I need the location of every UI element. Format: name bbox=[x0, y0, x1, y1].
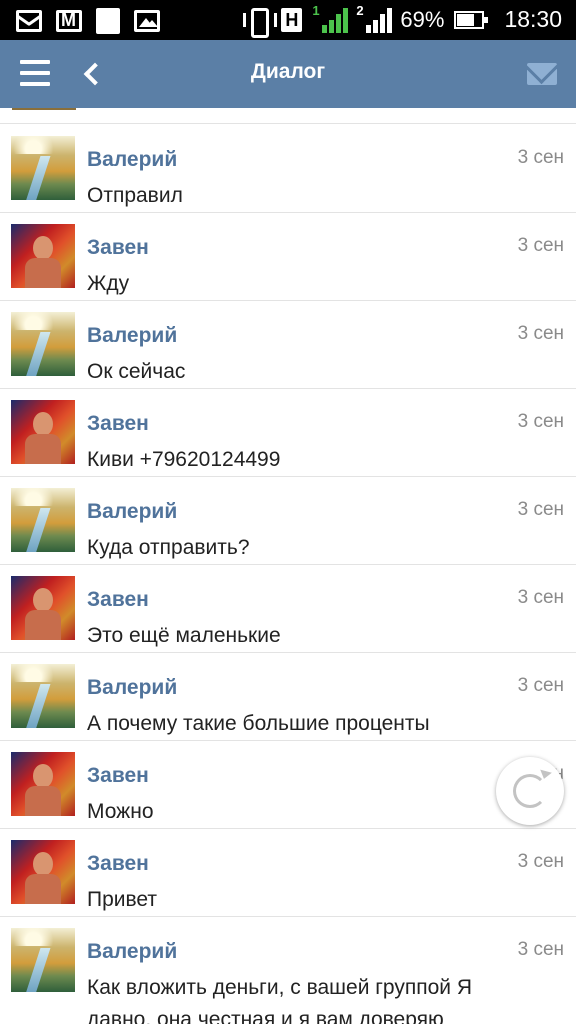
sender-name[interactable]: Завен bbox=[87, 852, 149, 876]
list-item[interactable]: Завен 3 сен Жду bbox=[0, 213, 576, 301]
list-item[interactable]: Завен 3 сен Можно bbox=[0, 741, 576, 829]
sender-name[interactable]: Валерий bbox=[87, 148, 177, 172]
avatar[interactable] bbox=[11, 224, 75, 288]
page-title: Диалог bbox=[250, 60, 326, 83]
message-text: Как вложить деньги, с вашей группой Я да… bbox=[87, 976, 473, 1024]
avatar[interactable] bbox=[11, 488, 75, 552]
message-text: Это ещё маленькие bbox=[87, 624, 281, 647]
sim2-label: 2 bbox=[356, 2, 364, 18]
mail-icon bbox=[16, 10, 42, 32]
message-time: 3 сен bbox=[517, 499, 564, 520]
battery-icon bbox=[454, 10, 489, 29]
avatar[interactable] bbox=[11, 576, 75, 640]
message-text: Привет bbox=[87, 888, 158, 911]
dialog-list[interactable]: Валерий 3 сен Отправил Завен 3 сен Жду В… bbox=[0, 108, 576, 1024]
sender-name[interactable]: Валерий bbox=[87, 940, 177, 964]
refresh-icon[interactable] bbox=[496, 757, 564, 825]
avatar[interactable] bbox=[11, 312, 75, 376]
battery-percent: 69% bbox=[400, 6, 445, 32]
vibrate-icon bbox=[243, 7, 278, 38]
message-time: 3 сен bbox=[517, 323, 564, 344]
message-rows: Валерий 3 сен Отправил Завен 3 сен Жду В… bbox=[0, 125, 576, 1024]
sender-name[interactable]: Завен bbox=[87, 236, 149, 260]
gmail-icon bbox=[56, 10, 82, 32]
avatar[interactable] bbox=[11, 752, 75, 816]
list-item-partial bbox=[0, 108, 576, 124]
avatar[interactable] bbox=[11, 928, 75, 992]
message-time: 3 сен bbox=[517, 235, 564, 256]
message-text: Киви +79620124499 bbox=[87, 448, 281, 471]
list-item[interactable]: Валерий 3 сен Как вложить деньги, с ваше… bbox=[0, 917, 576, 1024]
message-time: 3 сен bbox=[517, 147, 564, 168]
list-item[interactable]: Валерий 3 сен Куда отправить? bbox=[0, 477, 576, 565]
message-time: 3 сен bbox=[517, 939, 564, 960]
list-item[interactable]: Валерий 3 сен Отправил bbox=[0, 125, 576, 213]
system-icons: H 1 2 69% 18:30 bbox=[243, 3, 562, 38]
mail-icon[interactable] bbox=[527, 63, 557, 85]
list-item[interactable]: Валерий 3 сен Ок сейчас bbox=[0, 301, 576, 389]
message-text: Отправил bbox=[87, 184, 183, 207]
list-item[interactable]: Завен 3 сен Привет bbox=[0, 829, 576, 917]
sender-name[interactable]: Валерий bbox=[87, 676, 177, 700]
sender-name[interactable]: Завен bbox=[87, 412, 149, 436]
list-item[interactable]: Валерий 3 сен А почему такие большие про… bbox=[0, 653, 576, 741]
app-header: Диалог bbox=[0, 40, 576, 108]
avatar[interactable] bbox=[11, 840, 75, 904]
message-time: 3 сен bbox=[517, 587, 564, 608]
status-bar: H 1 2 69% 18:30 bbox=[0, 0, 576, 40]
network-type-badge: H bbox=[281, 7, 303, 32]
sender-name[interactable]: Завен bbox=[87, 588, 149, 612]
message-text: Жду bbox=[87, 272, 130, 295]
gallery-icon bbox=[134, 10, 160, 32]
message-text: Можно bbox=[87, 800, 154, 823]
signal-sim1-icon: 1 bbox=[312, 3, 349, 33]
message-text: А почему такие большие проценты bbox=[87, 712, 430, 735]
sender-name[interactable]: Валерий bbox=[87, 500, 177, 524]
sim1-label: 1 bbox=[312, 2, 320, 18]
message-time: 3 сен bbox=[517, 411, 564, 432]
sender-name[interactable]: Валерий bbox=[87, 324, 177, 348]
avatar[interactable] bbox=[11, 136, 75, 200]
message-text: Ок сейчас bbox=[87, 360, 186, 383]
avatar[interactable] bbox=[11, 400, 75, 464]
avatar[interactable] bbox=[11, 664, 75, 728]
signal-sim2-icon: 2 bbox=[356, 3, 393, 33]
message-time: 3 сен bbox=[517, 675, 564, 696]
sender-name[interactable]: Завен bbox=[87, 764, 149, 788]
message-time: 3 сен bbox=[517, 851, 564, 872]
notification-icons bbox=[16, 8, 160, 34]
message-text: Куда отправить? bbox=[87, 536, 250, 559]
clock: 18:30 bbox=[504, 6, 562, 32]
document-icon bbox=[96, 8, 120, 34]
list-item[interactable]: Завен 3 сен Это ещё маленькие bbox=[0, 565, 576, 653]
list-item[interactable]: Завен 3 сен Киви +79620124499 bbox=[0, 389, 576, 477]
avatar bbox=[12, 108, 76, 110]
